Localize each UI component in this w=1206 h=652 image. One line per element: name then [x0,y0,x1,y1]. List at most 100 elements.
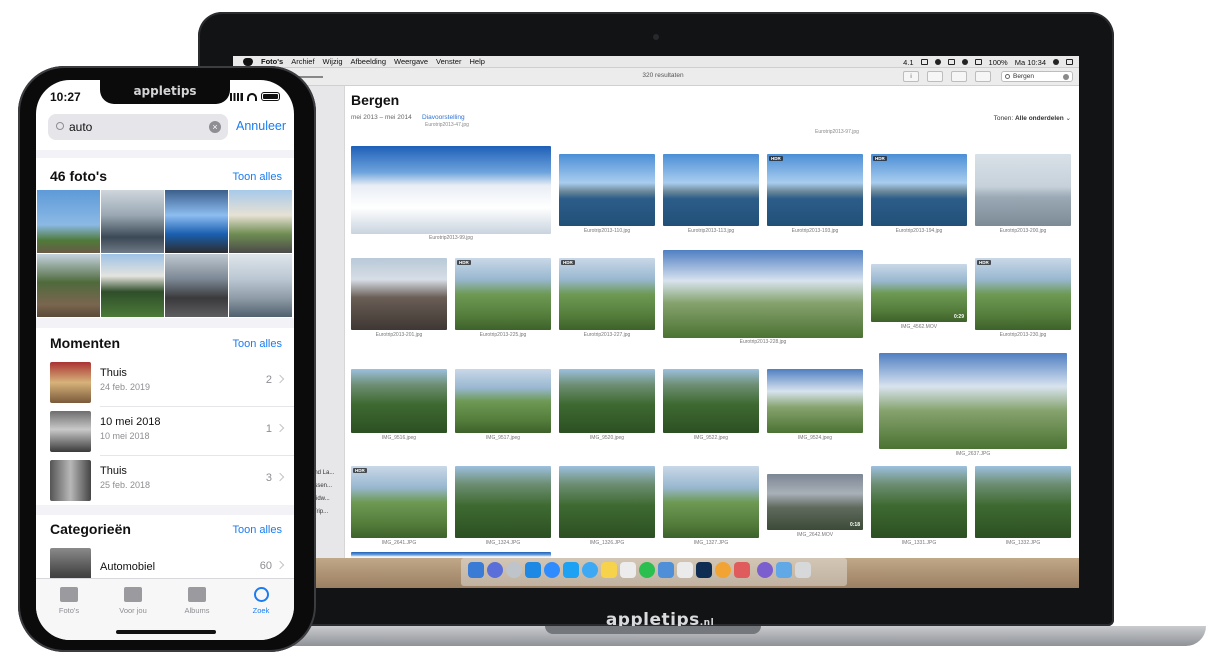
launchpad-icon[interactable] [506,562,522,578]
spotlight-icon[interactable] [1053,59,1059,65]
photo-thumbnail[interactable]: HDR [767,154,863,226]
moments-show-all-link[interactable]: Toon alles [232,338,282,350]
tab-zoek[interactable]: Zoek [236,587,286,615]
status-bar: 10:27 appletips [36,80,294,114]
photo-thumbnail[interactable] [663,369,759,433]
calendar-icon[interactable] [677,562,693,578]
photo-thumbnail[interactable] [559,154,655,226]
battery-percent[interactable]: 100% [989,58,1008,67]
photo-thumbnail[interactable] [37,254,100,317]
moment-count: 1 [265,423,272,435]
photo-thumbnail[interactable] [663,466,759,538]
photo-caption: IMG_9522.jpeg [693,435,729,441]
photo-thumbnail[interactable] [559,369,655,433]
moment-row[interactable]: Thuis 25 feb. 2018 3 [36,456,294,505]
camera-dot [653,34,659,40]
cancel-button[interactable]: Annuleer [236,119,286,133]
show-filter[interactable]: Tonen: Alle onderdelen ⌄ [994,114,1071,122]
status-version[interactable]: 4.1 [903,58,913,67]
photo-thumbnail[interactable]: HDR [455,258,551,330]
menu-item-venster[interactable]: Venster [436,57,461,66]
menu-clock[interactable]: Ma 10:34 [1015,58,1046,67]
clear-search-icon[interactable] [1063,74,1069,80]
moment-row[interactable]: 10 mei 2018 10 mei 2018 1 [36,407,294,456]
photos-show-all-link[interactable]: Toon alles [232,171,282,183]
safari-icon[interactable] [544,562,560,578]
photo-thumbnail[interactable] [351,369,447,433]
apple-logo-icon[interactable] [243,57,253,66]
photo-thumbnail[interactable] [879,353,1067,449]
favorite-button[interactable] [951,71,967,82]
bluetooth-icon[interactable] [961,59,968,65]
categories-show-all-link[interactable]: Toon alles [232,524,282,536]
siri-icon[interactable] [487,562,503,578]
notes-icon[interactable] [601,562,617,578]
menu-item-wijzig[interactable]: Wijzig [323,57,343,66]
tab-albums[interactable]: Albums [172,587,222,615]
dropbox-icon[interactable] [920,59,928,65]
downloads-folder-icon[interactable] [776,562,792,578]
divider [36,505,294,515]
tab-fotos[interactable]: Foto's [44,587,94,615]
photo-thumbnail[interactable] [767,369,863,433]
appletips-icon[interactable] [757,562,773,578]
photos-app-icon[interactable] [715,562,731,578]
photo-thumbnail[interactable] [229,190,292,253]
photo-thumbnail[interactable] [165,254,228,317]
photo-thumbnail[interactable]: HDR [871,154,967,226]
preview-icon[interactable] [658,562,674,578]
trash-icon[interactable] [795,562,811,578]
photoshop-icon[interactable] [696,562,712,578]
wifi-icon[interactable] [974,59,982,65]
photo-thumbnail[interactable] [871,466,967,538]
photo-thumbnail[interactable] [101,190,164,253]
photo-thumbnail[interactable]: HDR [559,258,655,330]
evernote-icon[interactable] [639,562,655,578]
photo-thumbnail[interactable] [101,254,164,317]
reminders-icon[interactable] [620,562,636,578]
macbook-screen: Foto's Archief Wijzig Afbeelding Weergav… [233,56,1079,588]
photo-thumbnail[interactable]: HDR [975,258,1071,330]
search-field[interactable]: Bergen [1001,71,1073,82]
info-button[interactable]: i [903,71,919,82]
video-thumbnail[interactable]: 0:29 [871,264,967,322]
mail-icon[interactable] [582,562,598,578]
photo-thumbnail[interactable] [351,146,551,234]
menu-item-afbeelding[interactable]: Afbeelding [351,57,386,66]
menu-item-app[interactable]: Foto's [261,57,283,66]
photo-thumbnail[interactable] [663,250,863,338]
share-button[interactable] [927,71,943,82]
airplay-icon[interactable] [947,59,955,65]
video-thumbnail[interactable]: 0:18 [767,474,863,530]
photo-thumbnail[interactable] [165,190,228,253]
photo-thumbnail[interactable] [455,369,551,433]
photo-thumbnail[interactable] [975,154,1071,226]
photo-thumbnail[interactable] [975,466,1071,538]
finder-icon[interactable] [468,562,484,578]
imovie-icon[interactable] [734,562,750,578]
menu-item-weergave[interactable]: Weergave [394,57,428,66]
notification-center-icon[interactable] [1066,59,1073,65]
rotate-button[interactable] [975,71,991,82]
app-store-icon[interactable] [525,562,541,578]
menu-item-archief[interactable]: Archief [291,57,314,66]
date-range: mei 2013 – mei 2014 [351,114,412,121]
photo-thumbnail[interactable] [559,466,655,538]
photo-thumbnail[interactable] [37,190,100,253]
status-app-icon[interactable] [934,59,941,65]
photo-thumbnail[interactable] [455,466,551,538]
photo-thumbnail[interactable] [351,258,447,330]
moment-count: 2 [265,374,272,386]
photo-thumbnail[interactable] [663,154,759,226]
clear-search-icon[interactable]: × [209,121,221,133]
tab-voor-jou[interactable]: Voor jou [108,587,158,615]
moment-row[interactable]: Thuis 24 feb. 2019 2 [36,358,294,407]
menu-item-help[interactable]: Help [469,57,484,66]
slideshow-link[interactable]: Diavoorstelling [422,114,465,121]
twitter-icon[interactable] [563,562,579,578]
photo-caption: IMG_4562.MOV [900,324,938,330]
photo-thumbnail[interactable]: HDR [351,466,447,538]
search-input[interactable]: auto × [48,114,228,140]
photo-thumbnail[interactable] [229,254,292,317]
moment-date: 24 feb. 2019 [100,382,151,392]
